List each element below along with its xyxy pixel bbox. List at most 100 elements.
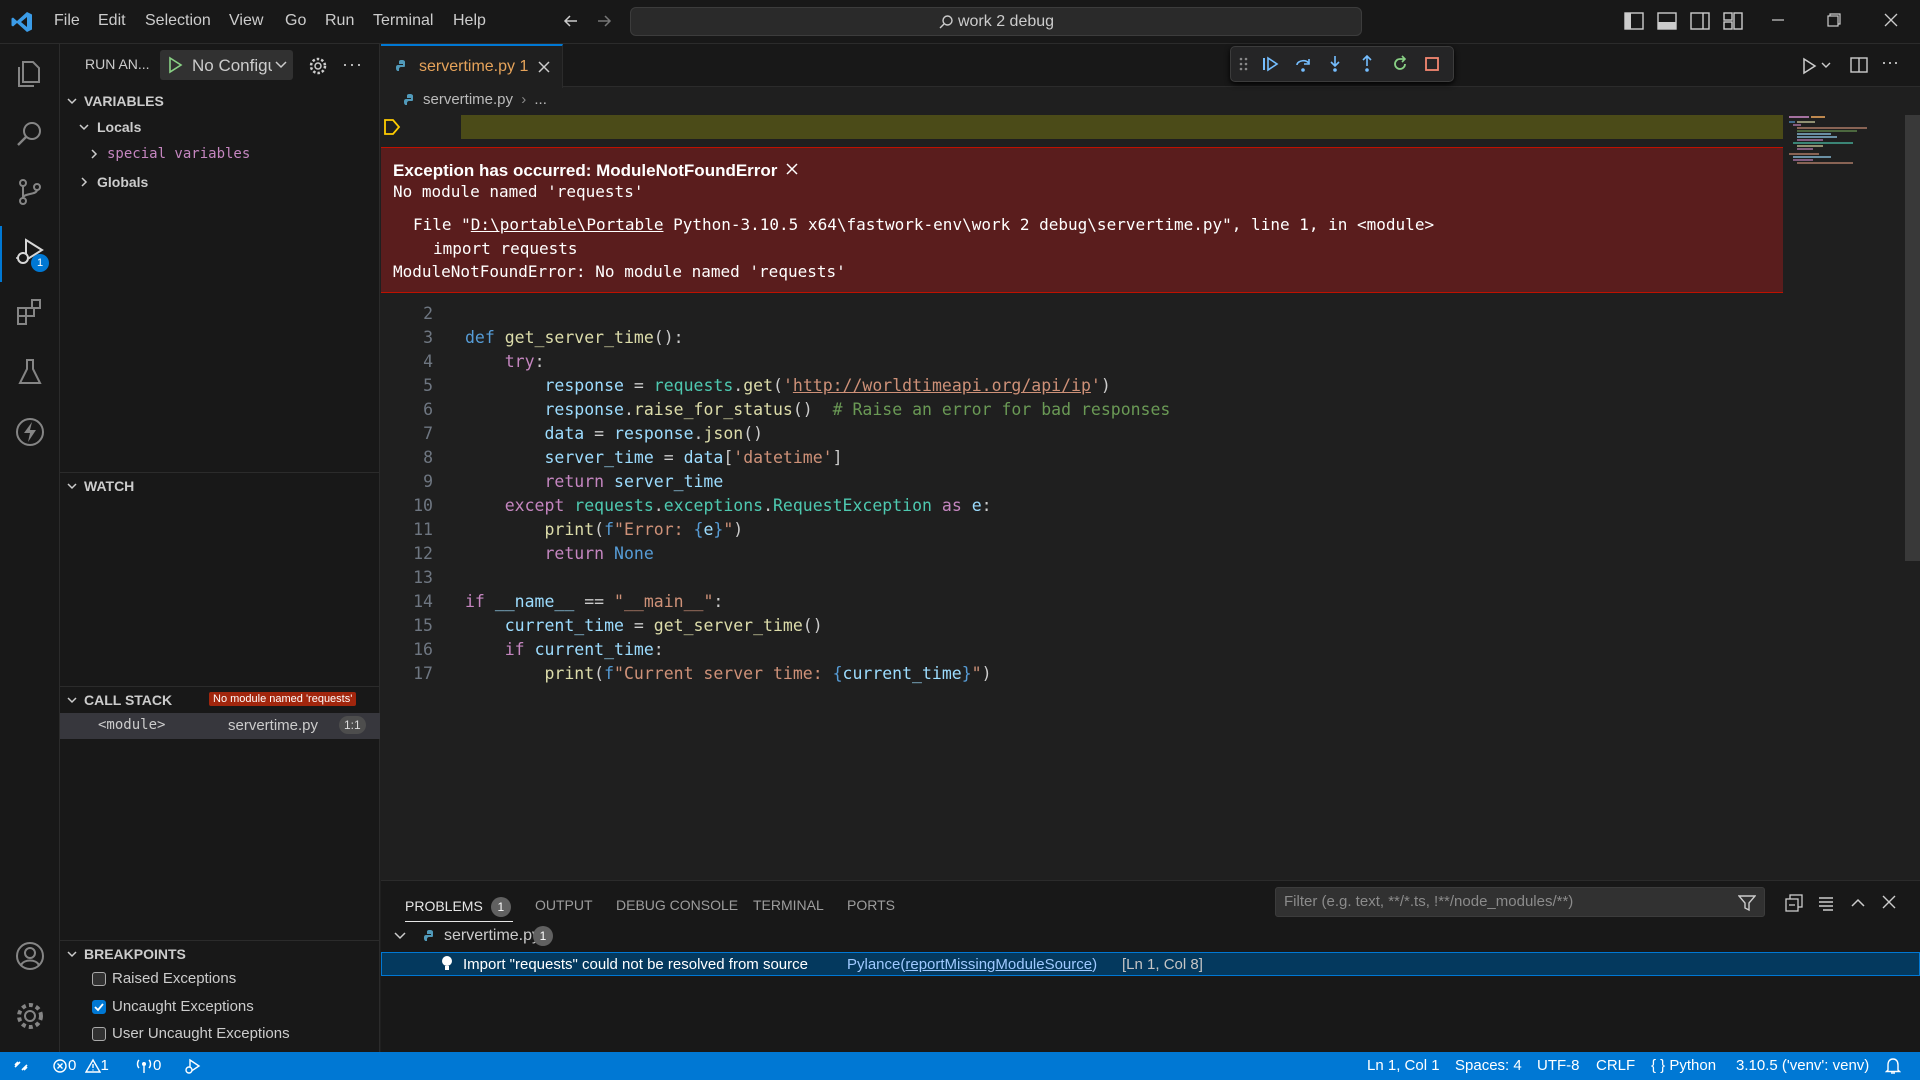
code-line-17[interactable]: 17 print(f"Current server time: {current… [381, 662, 1781, 686]
menu-view[interactable]: View [229, 12, 263, 30]
variables-section-header[interactable]: VARIABLES [60, 88, 380, 114]
run-python-file-icon[interactable] [1800, 57, 1818, 75]
collapse-all-icon[interactable] [1785, 894, 1803, 912]
start-debugging-icon[interactable] [166, 56, 184, 74]
code-line-7[interactable]: 7 data = response.json() [381, 422, 1781, 446]
python-interpreter[interactable]: 3.10.5 ('venv': venv) [1736, 1057, 1869, 1074]
line-ending[interactable]: CRLF [1596, 1057, 1635, 1074]
vscode-logo-icon[interactable] [10, 10, 34, 34]
problems-status[interactable]: 0 1 [52, 1057, 109, 1074]
customize-layout-icon[interactable] [1723, 12, 1743, 30]
exception-file-link[interactable]: D:\portable\Portable [471, 215, 664, 234]
lightning-icon[interactable] [14, 416, 46, 448]
code-line-9[interactable]: 9 return server_time [381, 470, 1781, 494]
code-line-6[interactable]: 6 response.raise_for_status() # Raise an… [381, 398, 1781, 422]
code-line-13[interactable]: 13 [381, 566, 1781, 590]
close-icon[interactable] [537, 60, 551, 74]
code-line-15[interactable]: 15 current_time = get_server_time() [381, 614, 1781, 638]
callstack-frame[interactable]: <module> servertime.py 1:1 [60, 713, 380, 739]
language-mode[interactable]: { } Python [1651, 1057, 1716, 1074]
debug-config-dropdown[interactable]: No Configu [160, 50, 293, 80]
close-window-icon[interactable] [1883, 12, 1899, 28]
tab-output[interactable]: OUTPUT [535, 897, 593, 913]
tab-debug-console[interactable]: DEBUG CONSOLE [616, 897, 738, 913]
problem-item[interactable]: Import "requests" could not be resolved … [381, 952, 1920, 976]
command-center-search[interactable]: work 2 debug [630, 7, 1362, 36]
checkbox[interactable] [92, 972, 106, 987]
code-line-14[interactable]: 14 if __name__ == "__main__": [381, 590, 1781, 614]
stop-icon[interactable] [1423, 55, 1441, 73]
restart-icon[interactable] [1391, 55, 1409, 73]
continue-icon[interactable] [1261, 55, 1279, 73]
tab-ports[interactable]: PORTS [847, 897, 895, 913]
filter-icon[interactable] [1738, 894, 1756, 912]
problems-file-row[interactable]: servertime.py 1 [381, 924, 1920, 948]
maximize-panel-icon[interactable] [1849, 894, 1867, 912]
breakpoint-raised-exceptions[interactable]: Raised Exceptions [92, 970, 236, 987]
more-actions-icon[interactable]: ··· [1881, 52, 1899, 73]
restore-icon[interactable] [1826, 12, 1842, 28]
breadcrumb-more[interactable]: ... [534, 91, 547, 108]
close-panel-icon[interactable] [1881, 894, 1897, 910]
code-line-1[interactable]: 1 import requests [381, 115, 1783, 232]
code-line-3[interactable]: 3 def get_server_time(): [381, 326, 1781, 350]
tab-problems[interactable]: PROBLEMS 1 [405, 897, 511, 917]
toggle-panel-icon[interactable] [1657, 12, 1677, 30]
checkbox-checked[interactable] [92, 1000, 106, 1015]
testing-flask-icon[interactable] [14, 356, 46, 388]
explorer-icon[interactable] [14, 58, 46, 90]
cursor-position[interactable]: Ln 1, Col 1 [1367, 1057, 1440, 1074]
close-icon[interactable] [785, 162, 799, 176]
menu-edit[interactable]: Edit [98, 12, 126, 30]
code-line-2[interactable]: 2 [381, 302, 1781, 326]
settings-gear-icon[interactable] [14, 1000, 46, 1032]
encoding[interactable]: UTF-8 [1537, 1057, 1580, 1074]
code-line-10[interactable]: 10 except requests.exceptions.RequestExc… [381, 494, 1781, 518]
code-line-12[interactable]: 12 return None [381, 542, 1781, 566]
code-line-8[interactable]: 8 server_time = data['datetime'] [381, 446, 1781, 470]
search-view-icon[interactable] [14, 118, 46, 150]
extensions-icon[interactable] [14, 296, 46, 328]
code-line-11[interactable]: 11 print(f"Error: {e}") [381, 518, 1781, 542]
more-actions-icon[interactable]: ··· [342, 54, 363, 75]
watch-section-header[interactable]: WATCH [60, 473, 380, 499]
back-arrow-icon[interactable] [562, 12, 580, 30]
menu-terminal[interactable]: Terminal [373, 12, 433, 30]
tab-terminal[interactable]: TERMINAL [753, 897, 824, 913]
source-control-icon[interactable] [14, 176, 46, 208]
problems-filter-input[interactable]: Filter (e.g. text, **/*.ts, !**/node_mod… [1275, 887, 1765, 917]
debug-status-icon[interactable] [184, 1057, 202, 1075]
menu-help[interactable]: Help [453, 12, 486, 30]
code-line-5[interactable]: 5 response = requests.get('http://worldt… [381, 374, 1781, 398]
view-as-list-icon[interactable] [1817, 894, 1835, 912]
minimize-icon[interactable] [1770, 12, 1786, 28]
editor-scrollbar-thumb[interactable] [1905, 115, 1920, 561]
checkbox[interactable] [92, 1027, 106, 1042]
forward-arrow-icon[interactable] [595, 12, 613, 30]
tab-servertime-py[interactable]: servertime.py 1 [381, 44, 563, 88]
drag-handle-icon[interactable] [1239, 55, 1249, 73]
toggle-secondary-sidebar-icon[interactable] [1690, 12, 1710, 30]
chevron-down-icon[interactable] [1821, 61, 1831, 69]
minimap[interactable] [1783, 114, 1903, 814]
account-icon[interactable] [14, 940, 46, 972]
breakpoint-uncaught-exceptions[interactable]: Uncaught Exceptions [92, 998, 254, 1015]
step-out-icon[interactable] [1358, 55, 1376, 73]
step-into-icon[interactable] [1326, 55, 1344, 73]
breadcrumb-file[interactable]: servertime.py [423, 91, 513, 108]
remote-indicator-icon[interactable] [12, 1057, 30, 1075]
code-line-4[interactable]: 4 try: [381, 350, 1781, 374]
notifications-bell-icon[interactable] [1885, 1057, 1901, 1075]
menu-run[interactable]: Run [325, 12, 354, 30]
problem-rule-link[interactable]: reportMissingModuleSource [905, 956, 1092, 973]
breakpoint-user-uncaught-exceptions[interactable]: User Uncaught Exceptions [92, 1025, 290, 1042]
toggle-sidebar-icon[interactable] [1624, 12, 1644, 30]
settings-gear-icon[interactable] [308, 56, 328, 76]
step-over-icon[interactable] [1294, 55, 1312, 73]
menu-file[interactable]: File [54, 12, 80, 30]
code-line-16[interactable]: 16 if current_time: [381, 638, 1781, 662]
indentation[interactable]: Spaces: 4 [1455, 1057, 1522, 1074]
ports-status[interactable]: 0 [135, 1057, 161, 1074]
menu-go[interactable]: Go [285, 12, 306, 30]
split-editor-icon[interactable] [1850, 56, 1868, 74]
